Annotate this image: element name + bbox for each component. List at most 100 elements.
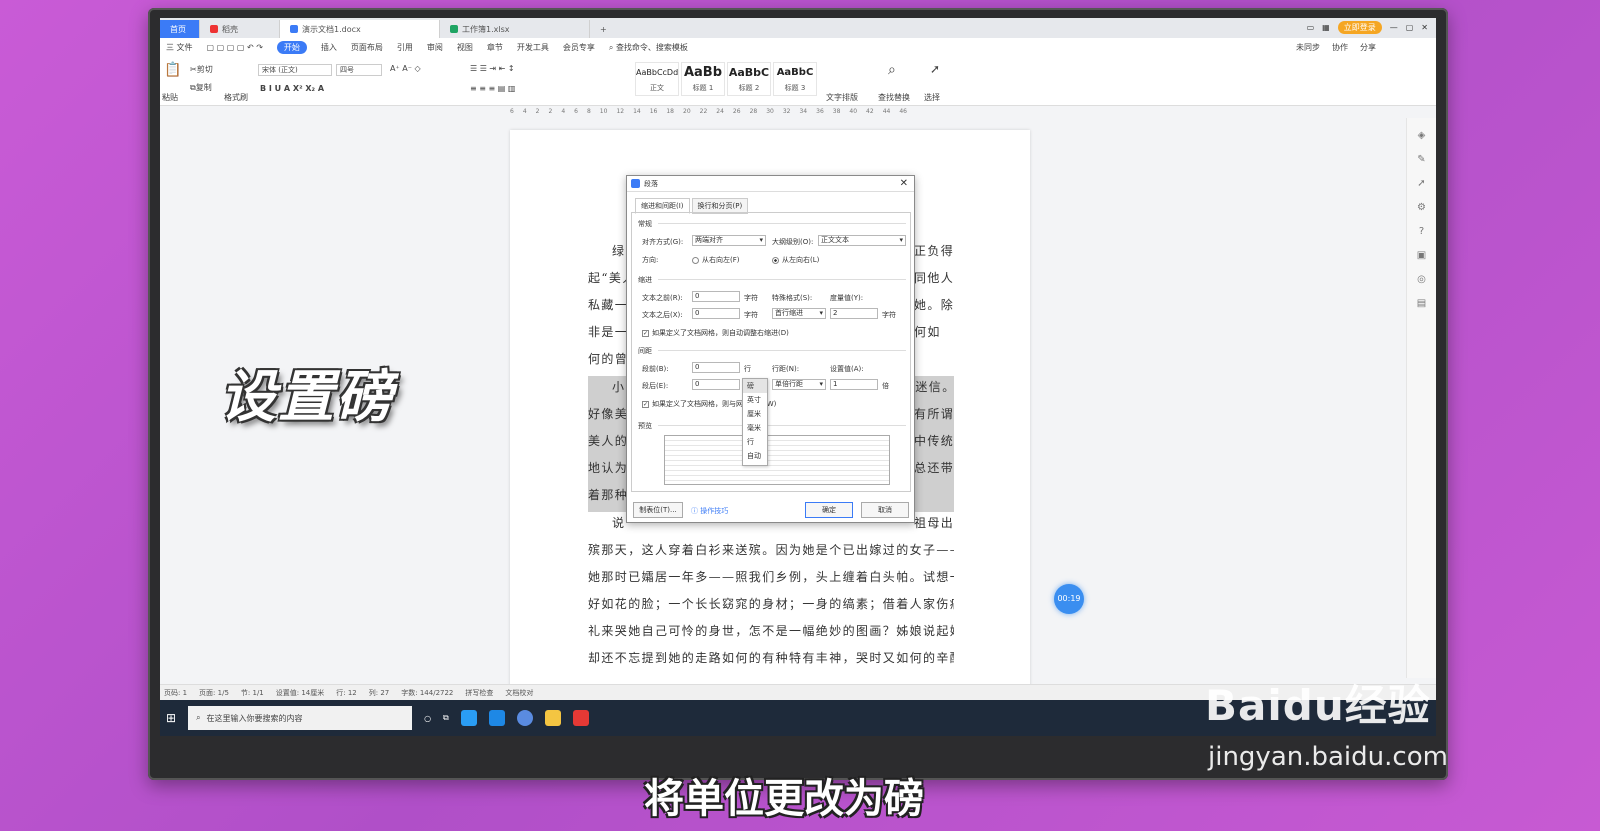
rtl-radio[interactable]: 从右向左(F)	[692, 255, 740, 265]
location-icon[interactable]: ◎	[1416, 274, 1428, 286]
close-icon[interactable]: ✕	[900, 178, 908, 189]
alignment-icons[interactable]: ≡ ≡ ≡ ▤ ▥	[470, 84, 515, 93]
space-before-unit[interactable]: 行	[744, 364, 751, 374]
unit-label[interactable]: 字符	[744, 293, 758, 303]
layout-icon[interactable]: ▭	[1307, 23, 1315, 32]
share-button[interactable]: 分享	[1360, 42, 1376, 53]
tab-document[interactable]: 演示文档1.docx	[280, 20, 440, 38]
command-search[interactable]: ⌕ 查找命令、搜索模板	[609, 42, 688, 53]
list-icons[interactable]: ☰ ☰ ⇥ ⇤ ↕	[470, 64, 515, 73]
pen-icon[interactable]: ✎	[1416, 154, 1428, 166]
special-select[interactable]: 首行缩进 ▾	[772, 308, 826, 319]
unit-option-cm[interactable]: 厘米	[743, 407, 767, 421]
status-spellcheck[interactable]: 拼写检查	[465, 688, 493, 698]
menu-developer[interactable]: 开发工具	[517, 42, 549, 53]
style-heading2[interactable]: AaBbC 标题 2	[727, 62, 771, 96]
help-icon[interactable]: ?	[1416, 226, 1428, 238]
menu-references[interactable]: 引用	[397, 42, 413, 53]
stamp-icon[interactable]: ▤	[1416, 298, 1428, 310]
menu-insert[interactable]: 插入	[321, 42, 337, 53]
unit-label[interactable]: 字符	[744, 310, 758, 320]
cut-button[interactable]: ✂剪切	[190, 64, 213, 75]
font-size-select[interactable]: 四号	[336, 64, 382, 76]
font-size-icons[interactable]: A⁺ A⁻ ◇	[390, 64, 421, 73]
ok-button[interactable]: 确定	[805, 502, 853, 518]
app-icon-1[interactable]	[460, 710, 477, 726]
unit-option-inch[interactable]: 英寸	[743, 393, 767, 407]
status-wordcount[interactable]: 字数: 144/2722	[401, 688, 453, 698]
line-spacing-select[interactable]: 单倍行距 ▾	[772, 379, 826, 390]
cancel-button[interactable]: 取消	[861, 502, 909, 518]
minimize-icon[interactable]: —	[1390, 23, 1398, 32]
style-normal[interactable]: AaBbCcDd 正文	[635, 62, 679, 96]
unit-option-line[interactable]: 行	[743, 435, 767, 449]
before-text-input[interactable]: 0	[692, 291, 740, 302]
ruler[interactable]: 6 4 2 2 4 6 8 10 12 14 16 18 20 22 24 26 28 30 32 34 36 38 40 4…	[510, 108, 1030, 118]
text-layout-button[interactable]: 文字排版	[826, 92, 858, 103]
status-pages[interactable]: 页面: 1/5	[199, 688, 229, 698]
menu-review[interactable]: 审阅	[427, 42, 443, 53]
settings-icon[interactable]: ⚙	[1416, 202, 1428, 214]
wps-icon[interactable]	[572, 710, 589, 726]
auto-adjust-checkbox[interactable]: ✓ 如果定义了文档网格，则自动调整右缩进(D)	[642, 328, 789, 338]
pointer-icon[interactable]: ➚	[1416, 178, 1428, 190]
paste-icon[interactable]: 📋	[164, 62, 181, 78]
style-heading3[interactable]: AaBbC 标题 3	[773, 62, 817, 96]
align-select[interactable]: 两端对齐 ▾	[692, 235, 766, 246]
unit-option-mm[interactable]: 毫米	[743, 421, 767, 435]
taskbar-search[interactable]: ⌕ 在这里输入你要搜索的内容	[188, 706, 413, 730]
ltr-radio[interactable]: 从左向右(L)	[772, 255, 819, 265]
status-section[interactable]: 节: 1/1	[241, 688, 264, 698]
space-after-input[interactable]: 0	[692, 379, 740, 390]
folder-icon[interactable]	[544, 710, 561, 726]
sync-button[interactable]: 未同步	[1296, 42, 1320, 53]
status-column[interactable]: 列: 27	[369, 688, 390, 698]
measure-input[interactable]: 2	[830, 308, 878, 319]
collaborate-button[interactable]: 协作	[1332, 42, 1348, 53]
pin-icon[interactable]: ◈	[1416, 130, 1428, 142]
image-icon[interactable]: ▣	[1416, 250, 1428, 262]
cortana-icon[interactable]: ○	[424, 714, 431, 723]
tab-docer[interactable]: 稻壳	[200, 20, 280, 38]
video-subtitle: 将单位更改为磅	[644, 776, 924, 822]
windows-start-icon[interactable]: ⊞	[166, 711, 176, 725]
menu-member[interactable]: 会员专享	[563, 42, 595, 53]
quick-access-icons[interactable]: ▢ ▢ ▢ ▢ ↶ ↷	[207, 43, 263, 52]
browser-icon[interactable]	[516, 710, 533, 726]
font-format-icons[interactable]: B I U A X² X₂ A	[260, 84, 324, 93]
task-view-icon[interactable]: ⧉	[443, 713, 449, 723]
close-icon[interactable]: ✕	[1421, 23, 1428, 32]
select-button[interactable]: 选择	[924, 92, 940, 103]
maximize-icon[interactable]: ▢	[1406, 23, 1414, 32]
tab-home[interactable]: 首页	[160, 20, 200, 38]
grid-icon[interactable]: ▦	[1322, 23, 1330, 32]
outline-select[interactable]: 正文文本 ▾	[818, 235, 906, 246]
find-replace-button[interactable]: 查找替换	[878, 92, 910, 103]
font-select[interactable]: 宋体 (正文)	[258, 64, 332, 76]
status-row[interactable]: 行: 12	[336, 688, 357, 698]
menu-section[interactable]: 章节	[487, 42, 503, 53]
style-heading1[interactable]: AaBb 标题 1	[681, 62, 725, 96]
unit-option-auto[interactable]: 自动	[743, 449, 767, 463]
menu-start[interactable]: 开始	[276, 40, 307, 54]
edge-icon[interactable]	[488, 710, 505, 726]
tabs-button[interactable]: 制表位(T)...	[633, 502, 683, 518]
unit-label[interactable]: 字符	[882, 310, 896, 320]
tips-link[interactable]: ⓘ 操作技巧	[691, 506, 728, 516]
new-tab-button[interactable]: +	[590, 20, 617, 38]
status-page[interactable]: 页码: 1	[164, 688, 187, 698]
space-before-input[interactable]: 0	[692, 362, 740, 373]
login-button[interactable]: 立即登录	[1337, 21, 1382, 34]
menu-file[interactable]: 三 文件	[166, 42, 193, 53]
tab-workbook[interactable]: 工作簿1.xlsx	[440, 20, 590, 38]
copy-button[interactable]: ⧉复制	[190, 82, 212, 93]
after-text-input[interactable]: 0	[692, 308, 740, 319]
status-setting[interactable]: 设置值: 14厘米	[276, 688, 325, 698]
menu-view[interactable]: 视图	[457, 42, 473, 53]
format-painter-button[interactable]: 格式刷	[224, 92, 248, 103]
unit-option-points[interactable]: 磅	[743, 379, 767, 393]
setting-input[interactable]: 1	[830, 379, 878, 390]
status-proofread[interactable]: 文档校对	[505, 688, 533, 698]
paste-label[interactable]: 粘贴	[162, 92, 178, 103]
menu-layout[interactable]: 页面布局	[351, 42, 383, 53]
